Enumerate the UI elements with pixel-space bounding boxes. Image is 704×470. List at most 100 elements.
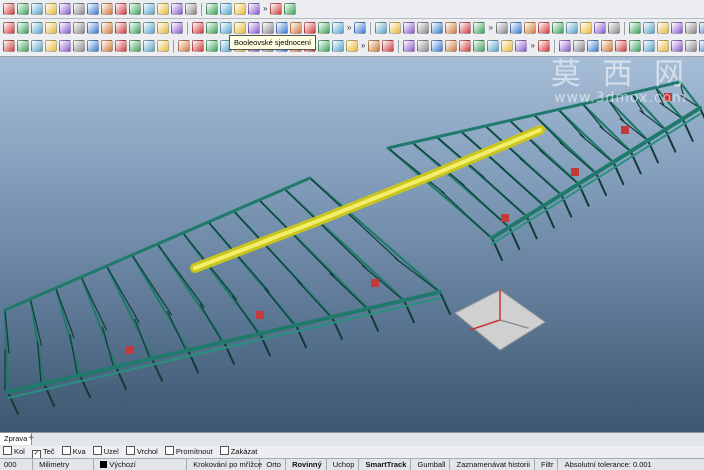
toolbar-tool-icon[interactable]: [115, 22, 127, 34]
toolbar-tool-icon[interactable]: [3, 3, 15, 15]
toolbar-tool-icon[interactable]: [129, 22, 141, 34]
toolbar-tool-icon[interactable]: [684, 40, 697, 52]
toolbar-tool-icon[interactable]: [354, 22, 367, 34]
toolbar-tool-icon[interactable]: [382, 40, 395, 52]
toolbar-tool-icon[interactable]: [73, 40, 85, 52]
osnap-checkbox[interactable]: [92, 446, 102, 455]
toolbar-tool-icon[interactable]: [248, 3, 260, 15]
osnap-checkbox[interactable]: [61, 446, 71, 455]
toolbar-tool-icon[interactable]: [368, 40, 381, 52]
toolbar-tool-icon[interactable]: [473, 40, 486, 52]
toolbar-tool-icon[interactable]: [276, 22, 288, 34]
status-osnap[interactable]: Uchop: [329, 459, 360, 470]
toolbar-tool-icon[interactable]: [45, 3, 57, 15]
toolbar-tool-icon[interactable]: [558, 40, 571, 52]
status-gumball[interactable]: Gumball: [413, 459, 451, 470]
toolbar-tool-icon[interactable]: [143, 3, 155, 15]
toolbar-tool-icon[interactable]: [17, 22, 29, 34]
toolbar-tool-icon[interactable]: [670, 22, 683, 34]
toolbar-tool-icon[interactable]: [87, 3, 99, 15]
toolbar-tool-icon[interactable]: [515, 40, 528, 52]
toolbar-tool-icon[interactable]: [3, 22, 15, 34]
toolbar-tool-icon[interactable]: [614, 40, 627, 52]
toolbar-tool-icon[interactable]: [642, 22, 655, 34]
toolbar-tool-icon[interactable]: [586, 40, 599, 52]
toolbar-tool-icon[interactable]: [431, 40, 444, 52]
osnap-checkbox[interactable]: [125, 446, 135, 455]
toolbar-tool-icon[interactable]: [487, 40, 500, 52]
toolbar-tool-icon[interactable]: [59, 22, 71, 34]
status-ortho[interactable]: Orto: [262, 459, 286, 470]
toolbar-tool-icon[interactable]: [87, 22, 99, 34]
add-viewport-tab-button[interactable]: +: [25, 433, 37, 445]
toolbar-tool-icon[interactable]: [206, 22, 218, 34]
toolbar-tool-icon[interactable]: [431, 22, 444, 34]
toolbar-tool-icon[interactable]: [143, 40, 155, 52]
osnap-kva[interactable]: Kva: [61, 446, 86, 458]
toolbar-tool-icon[interactable]: [332, 40, 344, 52]
toolbar-tool-icon[interactable]: [318, 40, 330, 52]
toolbar-tool-icon[interactable]: [31, 22, 43, 34]
toolbar-tool-icon[interactable]: [304, 22, 316, 34]
toolbar-tool-icon[interactable]: [3, 40, 15, 52]
toolbar-tool-icon[interactable]: [403, 40, 416, 52]
toolbar-tool-icon[interactable]: [375, 22, 388, 34]
toolbar-tool-icon[interactable]: [192, 40, 204, 52]
toolbar-tool-icon[interactable]: [206, 40, 218, 52]
toolbar-tool-icon[interactable]: [220, 3, 232, 15]
toolbar-tool-icon[interactable]: [234, 22, 246, 34]
toolbar-tool-icon[interactable]: [572, 40, 585, 52]
toolbar-tool-icon[interactable]: [101, 3, 113, 15]
toolbar-tool-icon[interactable]: [206, 3, 218, 15]
toolbar-tool-icon[interactable]: [579, 22, 592, 34]
toolbar-tool-icon[interactable]: [171, 3, 183, 15]
toolbar-tool-icon[interactable]: [698, 22, 704, 34]
toolbar-overflow-chevron-icon[interactable]: »: [361, 38, 365, 54]
toolbar-tool-icon[interactable]: [73, 3, 85, 15]
toolbar-tool-icon[interactable]: [157, 40, 169, 52]
toolbar-tool-icon[interactable]: [551, 22, 564, 34]
toolbar-tool-icon[interactable]: [192, 22, 204, 34]
toolbar-tool-icon[interactable]: [459, 22, 472, 34]
toolbar-tool-icon[interactable]: [565, 22, 578, 34]
osnap-checkbox[interactable]: [3, 446, 12, 455]
toolbar-tool-icon[interactable]: [698, 40, 704, 52]
osnap-checkbox[interactable]: [219, 446, 229, 455]
toolbar-tool-icon[interactable]: [45, 40, 57, 52]
toolbar-tool-icon[interactable]: [157, 22, 169, 34]
toolbar-tool-icon[interactable]: [178, 40, 190, 52]
toolbar-tool-icon[interactable]: [45, 22, 57, 34]
osnap-vrchol[interactable]: Vrchol: [125, 446, 158, 458]
toolbar-tool-icon[interactable]: [495, 22, 508, 34]
toolbar-tool-icon[interactable]: [17, 40, 29, 52]
toolbar-overflow-chevron-icon[interactable]: »: [347, 20, 351, 36]
toolbar-tool-icon[interactable]: [628, 22, 641, 34]
toolbar-tool-icon[interactable]: [115, 3, 127, 15]
osnap-checkbox[interactable]: [164, 446, 174, 455]
osnap-kol[interactable]: Kol: [3, 446, 25, 458]
toolbar-tool-icon[interactable]: [403, 22, 416, 34]
status-smarttrack[interactable]: SmartTrack: [362, 459, 412, 470]
toolbar-tool-icon[interactable]: [473, 22, 486, 34]
toolbar-tool-icon[interactable]: [73, 22, 85, 34]
toolbar-tool-icon[interactable]: [537, 40, 550, 52]
toolbar-tool-icon[interactable]: [220, 22, 232, 34]
toolbar-tool-icon[interactable]: [417, 40, 430, 52]
toolbar-tool-icon[interactable]: [143, 22, 155, 34]
toolbar-tool-icon[interactable]: [670, 40, 683, 52]
toolbar-tool-icon[interactable]: [185, 3, 197, 15]
toolbar-tool-icon[interactable]: [59, 40, 71, 52]
toolbar-overflow-chevron-icon[interactable]: »: [263, 1, 267, 17]
toolbar-tool-icon[interactable]: [59, 3, 71, 15]
toolbar-tool-icon[interactable]: [31, 40, 43, 52]
toolbar-tool-icon[interactable]: [248, 22, 260, 34]
toolbar-overflow-chevron-icon[interactable]: »: [530, 38, 534, 54]
toolbar-tool-icon[interactable]: [346, 40, 358, 52]
toolbar-tool-icon[interactable]: [417, 22, 430, 34]
toolbar-tool-icon[interactable]: [445, 22, 458, 34]
toolbar-tool-icon[interactable]: [115, 40, 127, 52]
toolbar-overflow-chevron-icon[interactable]: »: [488, 20, 492, 36]
toolbar-tool-icon[interactable]: [656, 22, 669, 34]
toolbar-tool-icon[interactable]: [656, 40, 669, 52]
toolbar-tool-icon[interactable]: [389, 22, 402, 34]
